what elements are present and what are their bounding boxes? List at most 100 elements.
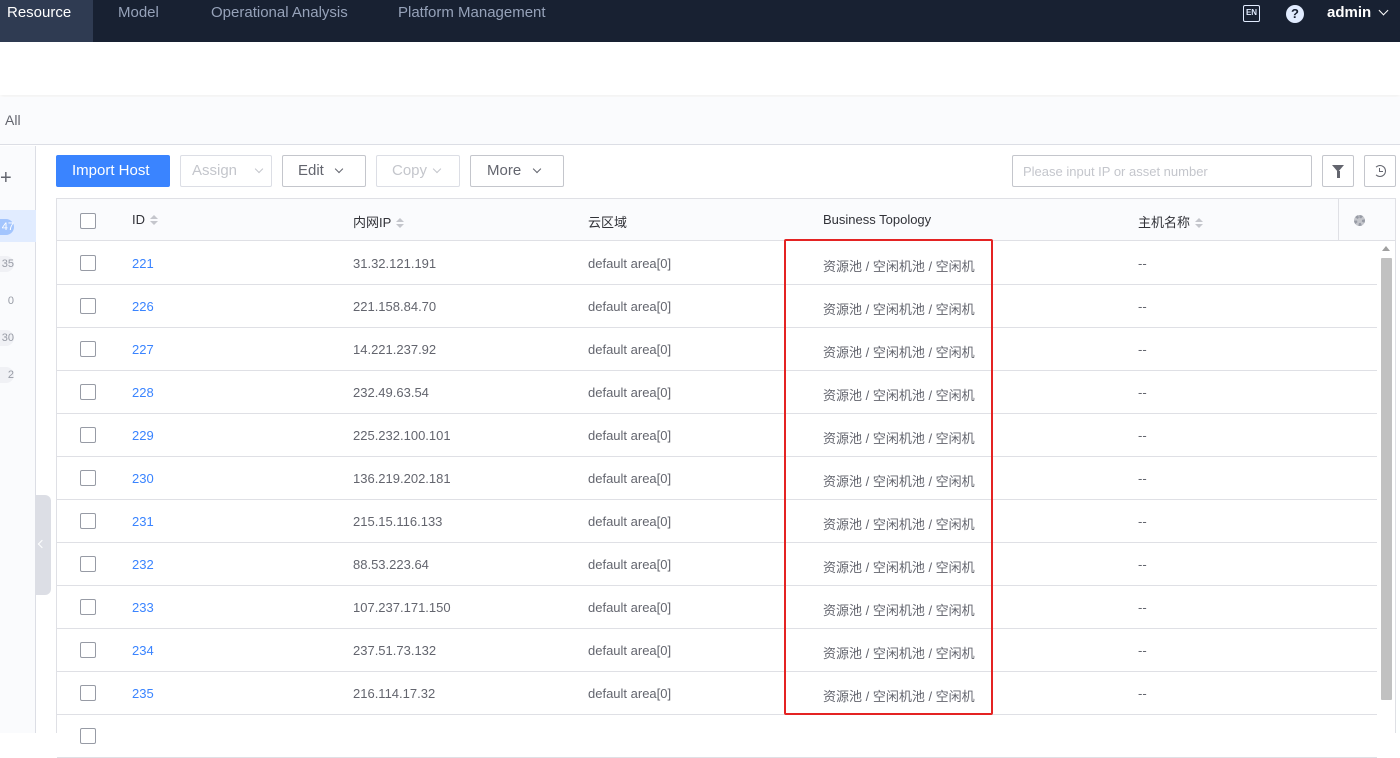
host-id-link[interactable]: 227 xyxy=(132,342,154,357)
business-topology: 资源池 / 空闲机池 / 空闲机 xyxy=(823,689,975,704)
nav-item-platform-management[interactable]: Platform Management xyxy=(398,0,546,42)
assign-button[interactable]: Assign xyxy=(180,155,272,187)
business-topology: 资源池 / 空闲机池 / 空闲机 xyxy=(823,259,975,274)
business-topology: 资源池 / 空闲机池 / 空闲机 xyxy=(823,560,975,575)
host-id-link[interactable]: 233 xyxy=(132,600,154,615)
host-id-link[interactable]: 232 xyxy=(132,557,154,572)
inner-ip: 14.221.237.92 xyxy=(353,342,437,357)
table-row[interactable]: 233 107.237.171.150 default area[0] 资源池 / 空… xyxy=(57,586,1377,629)
select-all-checkbox[interactable] xyxy=(80,213,96,229)
history-button[interactable] xyxy=(1364,155,1396,187)
cloud-area: default area[0] xyxy=(588,643,672,658)
row-checkbox[interactable] xyxy=(80,599,96,615)
table-row[interactable]: 232 88.53.223.64 default area[0] 资源池 / 空闲机池… xyxy=(57,543,1377,586)
filter-icon xyxy=(1332,165,1344,178)
user-menu[interactable]: admin xyxy=(1327,4,1371,21)
scrollbar-thumb[interactable] xyxy=(1381,258,1392,700)
row-checkbox[interactable] xyxy=(80,470,96,486)
sort-icon[interactable] xyxy=(150,214,158,227)
host-name: -- xyxy=(1138,686,1147,701)
help-icon[interactable]: ? xyxy=(1286,5,1304,23)
sidebar-count: 30 xyxy=(0,330,14,346)
sidebar-collapse-handle[interactable] xyxy=(35,495,51,595)
edit-button[interactable]: Edit xyxy=(282,155,366,187)
table-row[interactable]: 229 225.232.100.101 default area[0] 资源池 / 空… xyxy=(57,414,1377,457)
scroll-up-icon[interactable] xyxy=(1382,246,1390,251)
table-row[interactable]: 235 216.114.17.32 default area[0] 资源池 / 空闲机… xyxy=(57,672,1377,715)
host-id-link[interactable]: 228 xyxy=(132,385,154,400)
host-name: -- xyxy=(1138,299,1147,314)
business-topology: 资源池 / 空闲机池 / 空闲机 xyxy=(823,474,975,489)
cloud-area: default area[0] xyxy=(588,686,672,701)
import-host-button[interactable]: Import Host xyxy=(56,155,170,187)
nav-item-model[interactable]: Model xyxy=(118,0,159,42)
table-scrollbar[interactable] xyxy=(1379,243,1393,733)
chevron-down-icon[interactable] xyxy=(1378,5,1389,16)
column-header-ip[interactable]: 内网IP xyxy=(353,212,405,231)
row-checkbox[interactable] xyxy=(80,685,96,701)
row-checkbox[interactable] xyxy=(80,513,96,529)
table-row[interactable]: 234 237.51.73.132 default area[0] 资源池 / 空闲机… xyxy=(57,629,1377,672)
host-id-link[interactable]: 231 xyxy=(132,514,154,529)
nav-item-resource[interactable]: Resource xyxy=(0,0,93,42)
breadcrumb-all[interactable]: All xyxy=(5,112,21,128)
host-id-link[interactable]: 226 xyxy=(132,299,154,314)
host-name: -- xyxy=(1138,643,1147,658)
sort-icon[interactable] xyxy=(396,217,405,230)
inner-ip: 136.219.202.181 xyxy=(353,471,451,486)
table-row[interactable]: 231 215.15.116.133 default area[0] 资源池 / 空闲… xyxy=(57,500,1377,543)
table-row[interactable]: 221 31.32.121.191 default area[0] 资源池 / 空闲机… xyxy=(57,242,1377,285)
column-settings[interactable] xyxy=(1338,199,1395,241)
row-checkbox[interactable] xyxy=(80,384,96,400)
business-topology: 资源池 / 空闲机池 / 空闲机 xyxy=(823,345,975,360)
host-name: -- xyxy=(1138,342,1147,357)
sub-header xyxy=(0,42,1400,95)
add-node-icon[interactable]: + xyxy=(0,168,12,188)
column-header-host-name[interactable]: 主机名称 xyxy=(1138,212,1204,231)
language-icon[interactable]: EN xyxy=(1243,5,1260,22)
cloud-area: default area[0] xyxy=(588,471,672,486)
breadcrumb: All xyxy=(0,97,1400,145)
table-row[interactable]: 230 136.219.202.181 default area[0] 资源池 / 空… xyxy=(57,457,1377,500)
filter-button[interactable] xyxy=(1322,155,1354,187)
row-checkbox[interactable] xyxy=(80,728,96,744)
host-id-link[interactable]: 229 xyxy=(132,428,154,443)
row-checkbox[interactable] xyxy=(80,556,96,572)
host-table: ID 内网IP 云区域 Business Topology 主机名称 221 31… xyxy=(56,198,1396,758)
inner-ip: 216.114.17.32 xyxy=(353,686,436,701)
nav-item-operational-analysis[interactable]: Operational Analysis xyxy=(211,0,348,42)
host-name: -- xyxy=(1138,385,1147,400)
gear-icon[interactable] xyxy=(1354,215,1365,226)
business-topology: 资源池 / 空闲机池 / 空闲机 xyxy=(823,388,975,403)
sort-icon[interactable] xyxy=(1195,217,1204,230)
history-icon xyxy=(1374,165,1386,177)
table-row[interactable] xyxy=(57,715,1377,758)
host-id-link[interactable]: 235 xyxy=(132,686,154,701)
cloud-area: default area[0] xyxy=(588,342,672,357)
host-id-link[interactable]: 230 xyxy=(132,471,154,486)
host-id-link[interactable]: 234 xyxy=(132,643,154,658)
business-topology: 资源池 / 空闲机池 / 空闲机 xyxy=(823,603,975,618)
more-button[interactable]: More xyxy=(470,155,564,187)
row-checkbox[interactable] xyxy=(80,341,96,357)
copy-button[interactable]: Copy xyxy=(376,155,460,187)
table-row[interactable]: 227 14.221.237.92 default area[0] 资源池 / 空闲机… xyxy=(57,328,1377,371)
row-checkbox[interactable] xyxy=(80,642,96,658)
search-input[interactable] xyxy=(1012,155,1312,187)
host-name: -- xyxy=(1138,256,1147,271)
row-checkbox[interactable] xyxy=(80,427,96,443)
row-checkbox[interactable] xyxy=(80,255,96,271)
table-row[interactable]: 226 221.158.84.70 default area[0] 资源池 / 空闲机… xyxy=(57,285,1377,328)
business-topology: 资源池 / 空闲机池 / 空闲机 xyxy=(823,302,975,317)
column-header-id[interactable]: ID xyxy=(132,212,158,227)
host-name: -- xyxy=(1138,600,1147,615)
chevron-down-icon xyxy=(254,164,264,174)
chevron-down-icon xyxy=(432,164,442,174)
inner-ip: 215.15.116.133 xyxy=(353,514,443,529)
chevron-down-icon xyxy=(334,164,344,174)
table-row[interactable]: 228 232.49.63.54 default area[0] 资源池 / 空闲机池… xyxy=(57,371,1377,414)
host-id-link[interactable]: 221 xyxy=(132,256,154,271)
sidebar-count: 35 xyxy=(0,256,14,272)
table-header: ID 内网IP 云区域 Business Topology 主机名称 xyxy=(57,199,1395,241)
row-checkbox[interactable] xyxy=(80,298,96,314)
